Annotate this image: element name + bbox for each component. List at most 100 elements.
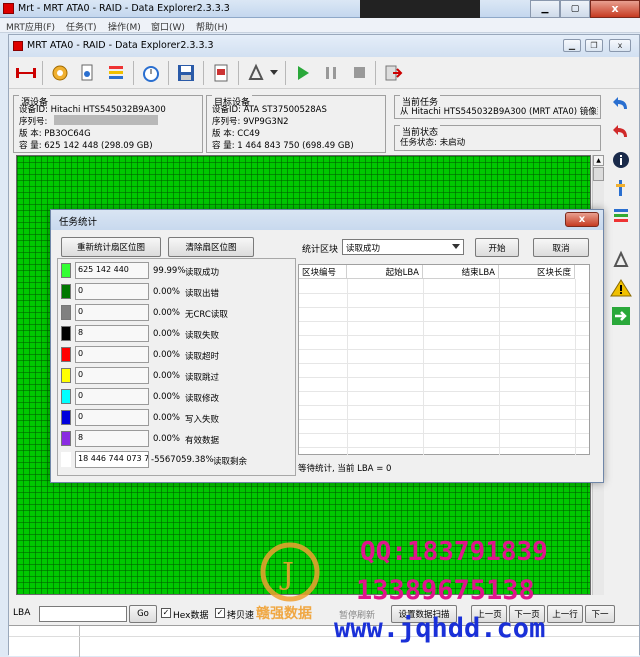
exit-icon[interactable] <box>380 60 406 86</box>
forward-arrow-icon[interactable] <box>609 304 633 328</box>
tools-icon[interactable] <box>609 176 633 200</box>
stat-value: 0 <box>75 304 149 321</box>
outer-close-button[interactable]: x <box>590 0 640 18</box>
table-grid-line <box>299 349 589 350</box>
stat-row: 0 0.00% 写入失败 <box>61 407 296 428</box>
sequence-icon[interactable] <box>609 204 633 228</box>
mdi-title-bar: MRT ATA0 - RAID - Data Explorer2.3.3.3 ▁… <box>9 35 639 57</box>
mdi-restore-button[interactable]: ❐ <box>585 39 603 52</box>
target-device-id: 设备ID: ATA ST37500528AS <box>212 105 327 115</box>
menu-help[interactable]: 帮助(H) <box>196 20 228 33</box>
stat-value: 8 <box>75 430 149 447</box>
app-icon <box>3 3 14 14</box>
hex-pane-divider <box>79 626 80 657</box>
stop-icon[interactable] <box>346 60 372 86</box>
svg-text:J: J <box>279 557 294 592</box>
menu-operation[interactable]: 操作(M) <box>108 20 141 33</box>
col-header-start-lba[interactable]: 起始LBA <box>347 265 423 279</box>
copy-speed-checkbox[interactable]: ✓ <box>215 608 225 618</box>
col-header-end-lba[interactable]: 结束LBA <box>423 265 499 279</box>
menu-task[interactable]: 任务(T) <box>66 20 97 33</box>
target-capacity: 容 量: 1 464 843 750 (698.49 GB) <box>212 141 354 151</box>
stat-label: 有效数据 <box>185 436 220 446</box>
stat-value: 0 <box>75 283 149 300</box>
stat-color-swatch <box>61 368 71 383</box>
disconnect-icon[interactable] <box>13 60 39 86</box>
go-button[interactable]: Go <box>129 605 157 623</box>
stat-percent: 0.00% <box>153 392 181 402</box>
outer-maximize-button[interactable]: ▢ <box>560 0 590 18</box>
stat-percent: 0.00% <box>153 413 181 423</box>
prev-line-button[interactable]: 上一行 <box>547 605 583 623</box>
sector-map-icon[interactable] <box>103 60 129 86</box>
col-header-block-no[interactable]: 区块编号 <box>299 265 347 279</box>
table-grid-col-line <box>423 279 424 455</box>
source-device-group: 源设备 设备ID: Hitachi HTS545032B9A300 序列号: 版… <box>13 95 203 153</box>
stat-label: 读取超时 <box>185 352 220 362</box>
settings-gear-icon[interactable] <box>47 60 73 86</box>
warning-icon[interactable] <box>609 276 633 300</box>
stat-value: 18 446 744 073 70 <box>75 451 149 468</box>
current-status-group: 当前状态 任务状态: 未启动 <box>394 125 601 151</box>
stat-label: 读取失败 <box>185 331 220 341</box>
mdi-app-icon <box>13 41 23 51</box>
stat-percent: 99.99% <box>153 266 186 276</box>
status-text: 等待统计, 当前 LBA = 0 <box>298 464 392 474</box>
target-version: 版 本: CC49 <box>212 129 260 139</box>
redo-arrow-icon[interactable] <box>609 120 633 144</box>
mdi-minimize-button[interactable]: ▁ <box>563 39 581 52</box>
device-info-icon[interactable] <box>75 60 101 86</box>
mode-select-icon[interactable] <box>243 60 269 86</box>
stat-color-swatch <box>61 326 71 341</box>
info-icon[interactable] <box>609 148 633 172</box>
menu-window[interactable]: 窗口(W) <box>151 20 185 33</box>
stat-percent: 0.00% <box>153 329 181 339</box>
report-icon[interactable] <box>208 60 234 86</box>
stat-color-swatch <box>61 284 71 299</box>
save-icon[interactable] <box>173 60 199 86</box>
menu-mrt-app[interactable]: MRT应用(F) <box>6 20 55 33</box>
block-label: 统计区块 <box>302 245 339 255</box>
stat-color-swatch <box>61 347 71 362</box>
stat-row: 625 142 440 99.99% 读取成功 <box>61 260 296 281</box>
stat-label: 读取修改 <box>185 394 220 404</box>
source-version: 版 本: PB3OC64G <box>19 129 91 139</box>
stat-value: 625 142 440 <box>75 262 149 279</box>
pause-icon[interactable] <box>318 60 344 86</box>
table-grid-line <box>299 391 589 392</box>
table-grid-line <box>299 405 589 406</box>
cancel-button[interactable]: 取消 <box>533 238 589 257</box>
block-select[interactable]: 读取成功 <box>342 239 464 255</box>
stat-row: 0 0.00% 读取出错 <box>61 281 296 302</box>
stat-label: 写入失败 <box>185 415 220 425</box>
stat-percent: 0.00% <box>153 371 181 381</box>
mode-dropdown-chevron-down-icon[interactable] <box>267 60 281 86</box>
dialog-close-button[interactable]: x <box>565 212 599 227</box>
next-line-button[interactable]: 下一 <box>585 605 615 623</box>
outer-window-controls: ▁ ▢ x <box>360 0 640 18</box>
source-serial-redacted <box>54 115 158 125</box>
hex-data-checkbox[interactable]: ✓ <box>161 608 171 618</box>
play-icon[interactable] <box>290 60 316 86</box>
clear-bitmap-button[interactable]: 清除扇区位图 <box>168 237 254 257</box>
col-header-block-length[interactable]: 区块长度 <box>499 265 575 279</box>
stat-value: 0 <box>75 388 149 405</box>
dialog-title-bar: 任务统计 x <box>51 210 603 230</box>
current-status-text: 任务状态: 未启动 <box>400 138 466 148</box>
source-capacity: 容 量: 625 142 448 (298.09 GB) <box>19 141 153 151</box>
outer-minimize-button[interactable]: ▁ <box>530 0 560 18</box>
recount-bitmap-button[interactable]: 重新统计扇区位图 <box>61 237 161 257</box>
block-list-table[interactable]: 区块编号 起始LBA 结束LBA 区块长度 <box>298 264 590 455</box>
lba-input[interactable] <box>39 606 127 622</box>
watermark-logo: J <box>258 542 322 608</box>
undo-arrow-icon[interactable] <box>609 92 633 116</box>
timer-icon[interactable] <box>138 60 164 86</box>
main-toolbar <box>9 57 639 89</box>
stat-percent: 0.00% <box>153 287 181 297</box>
mdi-close-button[interactable]: x <box>609 39 631 52</box>
stat-label: 无CRC读取 <box>185 310 228 320</box>
stat-row: 8 0.00% 有效数据 <box>61 428 296 449</box>
mode-icon[interactable] <box>609 248 633 272</box>
mdi-window-title: MRT ATA0 - RAID - Data Explorer2.3.3.3 <box>27 40 214 51</box>
start-button[interactable]: 开始 <box>475 238 519 257</box>
